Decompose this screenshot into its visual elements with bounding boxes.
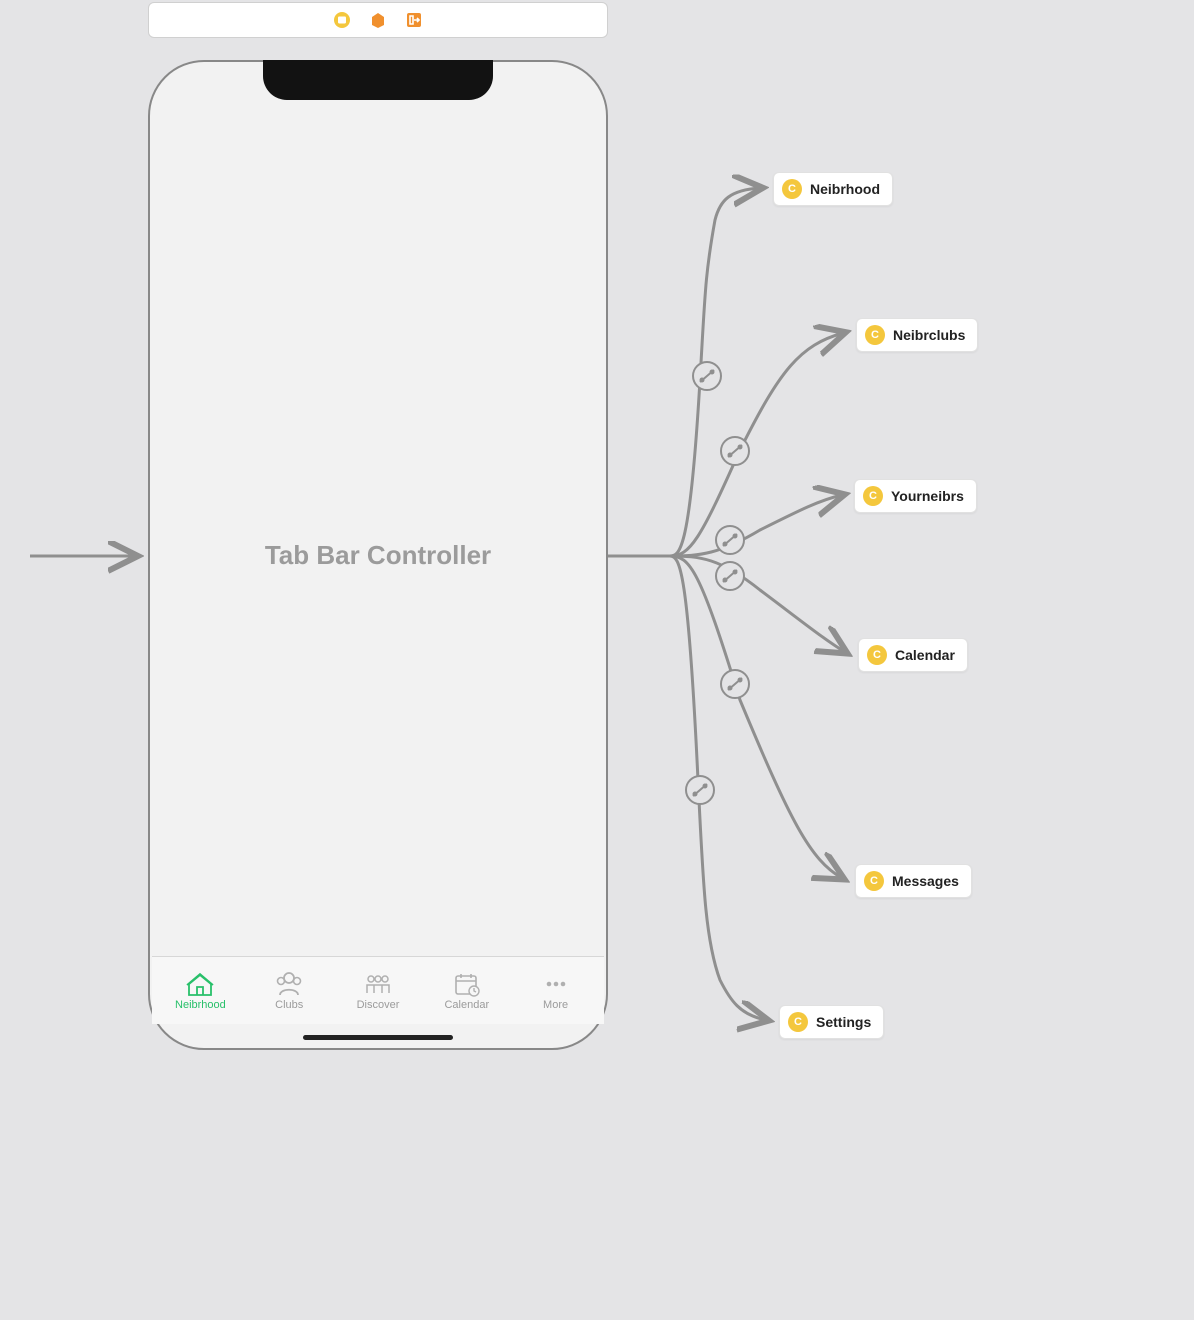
- exit-icon[interactable]: [405, 11, 423, 29]
- segue-badge: [686, 776, 714, 804]
- people-icon: [274, 971, 304, 997]
- scene-title: Tab Bar Controller: [150, 62, 606, 1048]
- destination-label: Yourneibrs: [891, 488, 964, 504]
- segue-badge: [716, 526, 744, 554]
- destination-label: Settings: [816, 1014, 871, 1030]
- group-icon: [363, 971, 393, 997]
- tab-label: Calendar: [444, 999, 489, 1011]
- tab-label: Clubs: [275, 999, 303, 1011]
- tab-neibrhood[interactable]: Neibrhood: [156, 971, 245, 1011]
- destination-scene[interactable]: C Calendar: [858, 638, 968, 672]
- view-controller-icon: C: [782, 179, 802, 199]
- destination-scene[interactable]: C Neibrhood: [773, 172, 893, 206]
- tab-label: Neibrhood: [175, 999, 226, 1011]
- destination-scene[interactable]: C Messages: [855, 864, 972, 898]
- view-controller-icon: C: [867, 645, 887, 665]
- tab-bar-controller-scene[interactable]: Tab Bar Controller Neibrhood Clubs: [148, 60, 608, 1050]
- destination-label: Calendar: [895, 647, 955, 663]
- house-icon: [185, 971, 215, 997]
- view-controller-icon: C: [864, 871, 884, 891]
- destination-scene[interactable]: C Yourneibrs: [854, 479, 977, 513]
- tab-bar: Neibrhood Clubs Discover: [152, 956, 604, 1024]
- device-notch: [263, 60, 493, 100]
- segue-badge: [716, 562, 744, 590]
- view-controller-icon: C: [863, 486, 883, 506]
- tab-calendar[interactable]: Calendar: [422, 971, 511, 1011]
- view-controller-icon[interactable]: [333, 11, 351, 29]
- calendar-icon: [452, 971, 482, 997]
- home-indicator: [303, 1035, 453, 1040]
- segue-badge: [721, 437, 749, 465]
- segue-badge: [721, 670, 749, 698]
- tab-clubs[interactable]: Clubs: [245, 971, 334, 1011]
- destination-scene[interactable]: C Neibrclubs: [856, 318, 978, 352]
- first-responder-icon[interactable]: [369, 11, 387, 29]
- segue-badge: [693, 362, 721, 390]
- tab-label: More: [543, 999, 568, 1011]
- view-controller-icon: C: [788, 1012, 808, 1032]
- tab-label: Discover: [357, 999, 400, 1011]
- more-icon: [541, 971, 571, 997]
- destination-label: Neibrclubs: [893, 327, 965, 343]
- tab-discover[interactable]: Discover: [334, 971, 423, 1011]
- view-controller-icon: C: [865, 325, 885, 345]
- scene-toolbar[interactable]: [148, 2, 608, 38]
- destination-scene[interactable]: C Settings: [779, 1005, 884, 1039]
- destination-label: Messages: [892, 873, 959, 889]
- tab-more[interactable]: More: [511, 971, 600, 1011]
- destination-label: Neibrhood: [810, 181, 880, 197]
